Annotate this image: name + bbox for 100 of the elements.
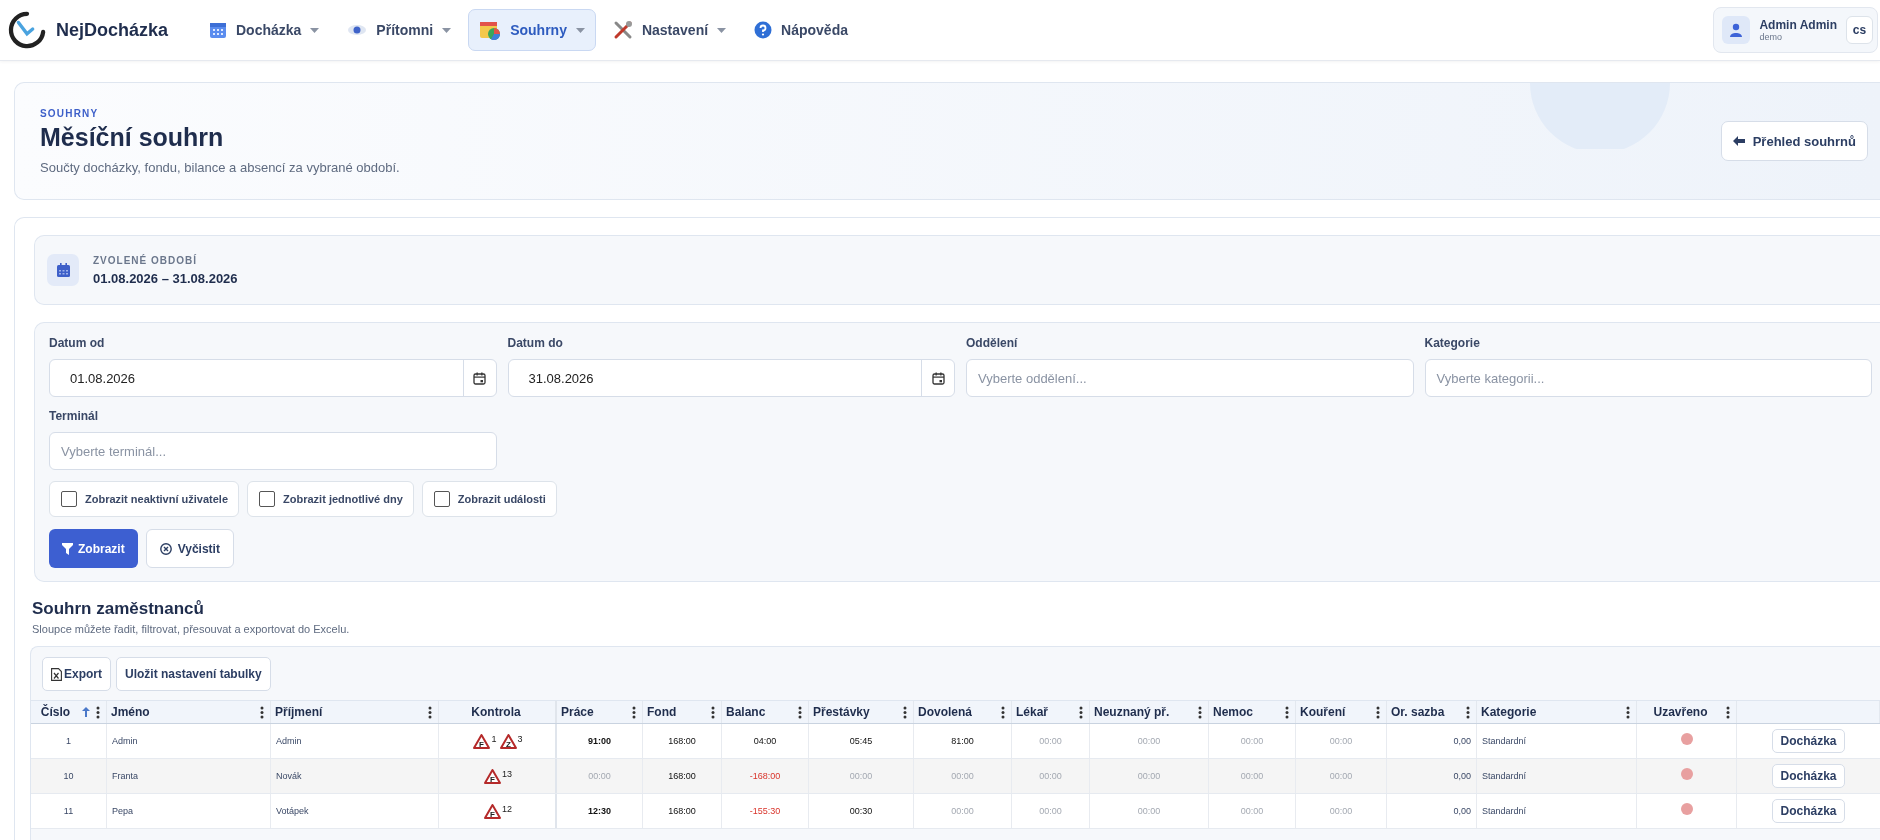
table-cell: Pepa	[107, 794, 271, 828]
table-cell: 00:00	[809, 759, 914, 793]
column-header[interactable]: Přestávky	[809, 701, 914, 723]
language-button[interactable]: cs	[1846, 16, 1873, 44]
column-menu-icon[interactable]	[260, 705, 264, 719]
filter-icon	[62, 542, 73, 555]
column-header[interactable]: Kontrola	[439, 701, 557, 723]
table-cell: 00:00	[914, 759, 1012, 793]
nav-menu-item[interactable]: Nápověda	[743, 9, 859, 51]
table-cell: 0,00	[1387, 759, 1477, 793]
section-label: SOUHRNY	[40, 107, 100, 119]
column-menu-icon[interactable]	[711, 705, 715, 719]
help-icon	[754, 21, 773, 39]
field-label: Datum do	[507, 336, 564, 350]
column-menu-icon[interactable]	[428, 705, 432, 719]
column-header[interactable]: Fond	[643, 701, 722, 723]
column-header[interactable]: Jméno	[107, 701, 271, 723]
column-header[interactable]: Kategorie	[1477, 701, 1637, 723]
column-header[interactable]: Or. sazba	[1387, 701, 1477, 723]
checkbox[interactable]	[61, 491, 77, 507]
column-menu-icon[interactable]	[96, 705, 100, 719]
checkbox-option[interactable]: Zobrazit události	[421, 481, 557, 517]
tools-icon	[612, 20, 633, 40]
field-label: Datum od	[49, 336, 106, 350]
logo-icon	[8, 11, 46, 49]
warning-count: 13	[502, 769, 512, 779]
column-menu-icon[interactable]	[903, 705, 907, 719]
checkbox-option[interactable]: Zobrazit neaktivní uživatele	[49, 481, 240, 517]
column-header[interactable]: Příjmení	[271, 701, 439, 723]
column-header[interactable]: Dovolená	[914, 701, 1012, 723]
nav-menu-item[interactable]: Souhrny	[468, 9, 596, 51]
company-name: demo	[1759, 32, 1783, 42]
column-header[interactable]: Neuznaný př.	[1090, 701, 1209, 723]
table-cell: -155:30	[722, 794, 809, 828]
export-button[interactable]: Export	[42, 657, 111, 691]
date-field[interactable]: 01.08.2026	[49, 359, 497, 397]
table-cell: 00:00	[1012, 759, 1090, 793]
checkbox[interactable]	[433, 491, 450, 507]
column-menu-icon[interactable]	[1198, 705, 1202, 719]
calendar-icon	[55, 262, 71, 278]
column-header[interactable]: Kouření	[1296, 701, 1387, 723]
checkbox-label: Zobrazit události	[457, 493, 546, 505]
nav-menu-item[interactable]: Přítomni	[336, 9, 463, 51]
brand-name[interactable]: NejDocházka	[56, 19, 169, 41]
table-cell: 00:00	[1012, 724, 1090, 758]
column-menu-icon[interactable]	[1285, 705, 1289, 719]
field-label: Terminál	[49, 409, 100, 423]
column-header[interactable]: Lékař	[1012, 701, 1090, 723]
column-menu-icon[interactable]	[632, 705, 636, 719]
column-header[interactable]: Balanc	[722, 701, 809, 723]
user-name: Admin Admin	[1759, 18, 1837, 32]
column-header[interactable]: Uzavřeno	[1637, 701, 1737, 723]
column-menu-icon[interactable]	[1466, 705, 1470, 719]
eye-icon	[347, 23, 368, 37]
calendar-icon	[473, 371, 486, 385]
back-button[interactable]: Přehled souhrnů	[1720, 121, 1868, 161]
column-menu-icon[interactable]	[1726, 705, 1730, 719]
caret-icon	[575, 27, 585, 33]
table-cell: 00:00	[1209, 724, 1296, 758]
table-cell: 0,00	[1387, 794, 1477, 828]
table-cell: 00:00	[1090, 724, 1209, 758]
table-cell: 04:00	[722, 724, 809, 758]
table-cell: 00:00	[1296, 759, 1387, 793]
column-menu-icon[interactable]	[798, 705, 802, 719]
table-cell: 168:00	[643, 724, 722, 758]
table-cell: 1	[31, 724, 107, 758]
user-menu[interactable]: Admin Admin demo cs	[1713, 7, 1878, 53]
warning-icon: Z	[499, 733, 517, 749]
show-button[interactable]: Zobrazit	[49, 529, 138, 568]
section-subtitle: Sloupce můžete řadit, filtrovat, přesouvat a exportovat do Excelu.	[32, 623, 351, 635]
column-header[interactable]: Nemoc	[1209, 701, 1296, 723]
nav-menu-item[interactable]: Docházka	[198, 9, 331, 51]
table-cell: Novák	[271, 759, 439, 793]
column-menu-icon[interactable]	[1001, 705, 1005, 719]
table-cell: 10	[31, 759, 107, 793]
checkbox[interactable]	[259, 491, 276, 507]
attendance-button[interactable]: Docházka	[1772, 799, 1845, 823]
column-header[interactable]: Číslo	[31, 701, 107, 723]
table-cell: 00:00	[1209, 794, 1296, 828]
table-cell: 91:00	[557, 724, 643, 758]
nav-menu-item[interactable]: Nastavení	[601, 9, 738, 51]
column-menu-icon[interactable]	[1376, 705, 1380, 719]
attendance-button[interactable]: Docházka	[1772, 729, 1845, 753]
period-value: 01.08.2026 – 31.08.2026	[93, 270, 238, 286]
arrow-left-icon	[1732, 136, 1745, 146]
save-layout-button[interactable]: Uložit nastavení tabulky	[116, 657, 271, 691]
table-cell: 05:45	[809, 724, 914, 758]
period-label: ZVOLENÉ OBDOBÍ	[93, 254, 198, 266]
column-menu-icon[interactable]	[1626, 705, 1630, 719]
column-header[interactable]: Práce	[557, 701, 643, 723]
attendance-button[interactable]: Docházka	[1772, 764, 1845, 788]
column-menu-icon[interactable]	[1079, 705, 1083, 719]
table-cell: Standardní	[1477, 794, 1637, 828]
table-cell: 00:00	[1209, 759, 1296, 793]
warning-icon: F	[473, 733, 491, 749]
date-field[interactable]: 31.08.2026	[507, 359, 955, 397]
warning-count: 3	[517, 734, 523, 744]
clear-button[interactable]: Vyčistit	[145, 529, 234, 568]
caret-icon	[717, 27, 727, 33]
checkbox-option[interactable]: Zobrazit jednotlivé dny	[247, 481, 414, 517]
